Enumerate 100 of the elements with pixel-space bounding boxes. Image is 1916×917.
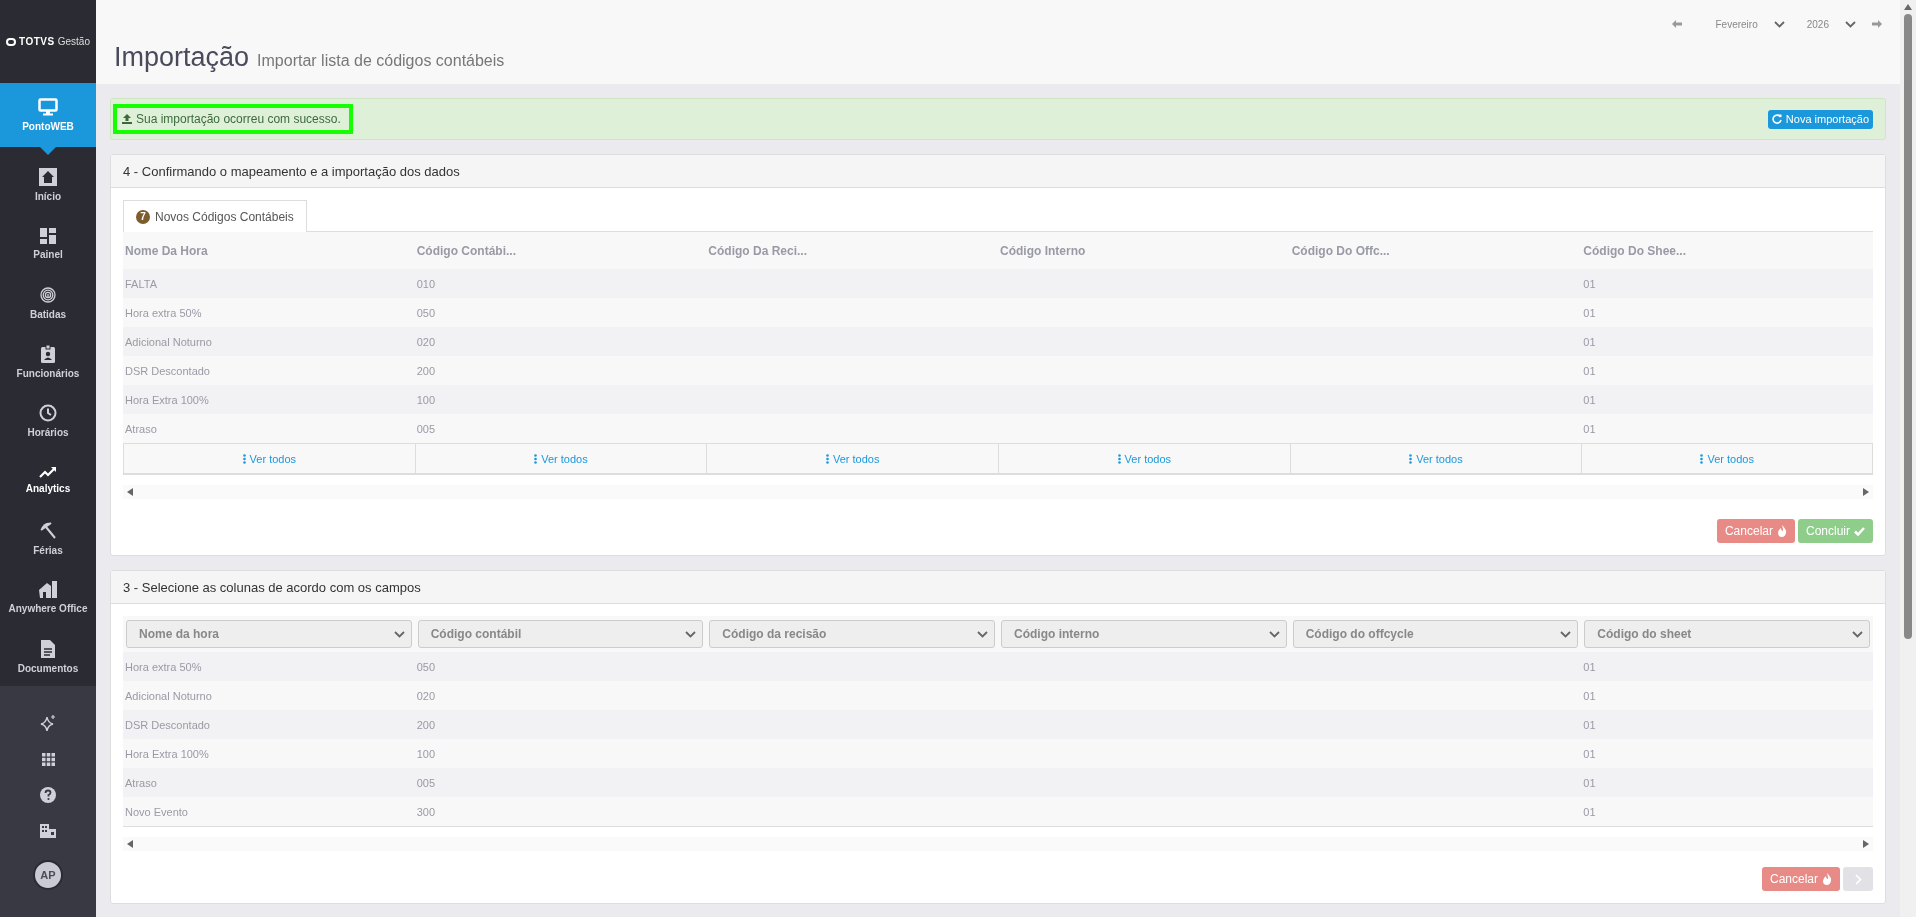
upload-icon	[122, 114, 132, 124]
table-cell: 100	[416, 393, 435, 406]
chevron-right-icon	[1854, 873, 1862, 885]
view-all-link[interactable]: Ver todos	[123, 443, 415, 475]
scroll-right-icon[interactable]	[1863, 488, 1869, 496]
table-cell: 020	[416, 335, 435, 348]
arrow-left-icon[interactable]	[1671, 20, 1682, 28]
sidebar-item[interactable]: Funcionários	[0, 332, 96, 392]
success-message: Sua importação ocorreu com sucesso.	[113, 104, 353, 134]
column-select[interactable]: Código da recisão	[709, 620, 995, 648]
column-select[interactable]: Código contábil	[417, 620, 704, 648]
sidebar-item[interactable]: Documentos	[0, 627, 96, 687]
clock-icon	[39, 403, 57, 422]
table-cell: 300	[416, 805, 435, 818]
table-cell: 01	[1583, 393, 1596, 406]
grid-icon[interactable]	[41, 752, 55, 766]
column-select[interactable]: Código interno	[1001, 620, 1287, 648]
table-cell: 005	[416, 776, 435, 789]
dots-icon	[242, 453, 246, 464]
table-cell: 01	[1583, 689, 1596, 702]
table-cell: 01	[1583, 805, 1596, 818]
dots-icon	[825, 453, 829, 464]
column-header: Código Do Offc...	[1291, 243, 1390, 258]
sidebar-item[interactable]: Início	[0, 155, 96, 215]
chevron-down-icon	[1268, 630, 1280, 638]
view-all-link[interactable]: Ver todos	[414, 443, 707, 475]
trend-icon	[39, 465, 57, 478]
table-cell: 010	[416, 277, 435, 290]
sidebar-item[interactable]: Anywhere Office	[0, 568, 96, 628]
flame-icon	[1777, 525, 1787, 537]
column-select[interactable]: Código do sheet	[1584, 620, 1870, 648]
cancel-button[interactable]: Cancelar	[1761, 867, 1840, 891]
badge-icon	[41, 344, 55, 363]
column-select[interactable]: Nome da hora	[126, 620, 412, 648]
table-cell: Hora Extra 100%	[125, 393, 209, 406]
table-cell: 050	[416, 660, 435, 673]
table-cell: Novo Evento	[125, 805, 188, 818]
sidebar-item[interactable]: Horários	[0, 391, 96, 451]
panel-title: 3 - Selecione as colunas de acordo com os campos	[123, 579, 421, 595]
chevron-down-icon	[1845, 20, 1856, 28]
table-cell: 100	[416, 747, 435, 760]
help-icon[interactable]	[40, 787, 56, 804]
chevron-down-icon	[1560, 630, 1572, 638]
column-header: Código Do Shee...	[1583, 243, 1686, 258]
sidebar-item[interactable]: Batidas	[0, 273, 96, 333]
view-all-link[interactable]: Ver todos	[706, 443, 998, 475]
table-cell: 050	[416, 306, 435, 319]
sidebar-item[interactable]: Analytics	[0, 450, 96, 510]
year-select[interactable]: 2026	[1806, 18, 1829, 30]
table-cell: 01	[1583, 718, 1596, 731]
dots-icon	[534, 453, 538, 464]
scroll-left-icon[interactable]	[127, 840, 133, 848]
scrollbar-thumb[interactable]	[1904, 14, 1912, 639]
column-header: Código Interno	[1000, 243, 1086, 258]
cancel-button[interactable]: Cancelar	[1716, 519, 1795, 543]
logo-icon	[6, 37, 17, 46]
column-header: Nome Da Hora	[125, 243, 208, 258]
conclude-button[interactable]: Concluir	[1798, 519, 1873, 543]
new-import-button[interactable]: Nova importação	[1767, 109, 1873, 129]
table-cell: 01	[1583, 277, 1596, 290]
dots-icon	[1409, 453, 1413, 464]
dashboard-icon	[40, 227, 56, 244]
chevron-down-icon	[1852, 630, 1863, 638]
table-cell: 01	[1583, 335, 1596, 348]
table-cell: Atraso	[125, 776, 157, 789]
view-all-link[interactable]: Ver todos	[1581, 443, 1873, 475]
arrow-right-icon[interactable]	[1872, 20, 1882, 28]
table-cell: 200	[416, 718, 435, 731]
tab[interactable]: 7 Novos Códigos Contábeis	[123, 200, 307, 232]
table-cell: Adicional Noturno	[125, 689, 212, 702]
table-cell: 005	[416, 422, 435, 435]
flame-icon	[1822, 873, 1832, 885]
table-cell: 01	[1583, 747, 1596, 760]
logo-product: Gestão	[57, 36, 90, 48]
scroll-up-icon[interactable]	[1904, 4, 1912, 10]
refresh-icon	[1771, 114, 1782, 124]
building-icon[interactable]	[40, 824, 56, 839]
check-icon	[1854, 526, 1865, 536]
home-icon	[39, 167, 57, 186]
sparkle-icon[interactable]	[39, 713, 57, 732]
sidebar-item[interactable]: Férias	[0, 509, 96, 569]
document-icon	[41, 639, 55, 658]
table-cell: Hora extra 50%	[125, 660, 202, 673]
table-cell: 01	[1583, 776, 1596, 789]
dots-icon	[1700, 453, 1704, 464]
sidebar-item[interactable]: Painel	[0, 214, 96, 274]
user-avatar[interactable]: AP	[33, 859, 63, 890]
view-all-link[interactable]: Ver todos	[998, 443, 1290, 475]
table-cell: Atraso	[125, 422, 157, 435]
table-cell: 01	[1583, 660, 1596, 673]
page-title: Importação	[114, 42, 250, 73]
table-cell: Hora extra 50%	[125, 306, 202, 319]
column-header: Código Contábi...	[416, 243, 516, 258]
scroll-left-icon[interactable]	[127, 488, 133, 496]
view-all-link[interactable]: Ver todos	[1289, 443, 1582, 475]
monitor-icon	[38, 98, 58, 117]
table-cell: 01	[1583, 306, 1596, 319]
scroll-right-icon[interactable]	[1863, 840, 1869, 848]
column-select[interactable]: Código do offcycle	[1292, 620, 1579, 648]
month-select[interactable]: Fevereiro	[1715, 18, 1758, 30]
